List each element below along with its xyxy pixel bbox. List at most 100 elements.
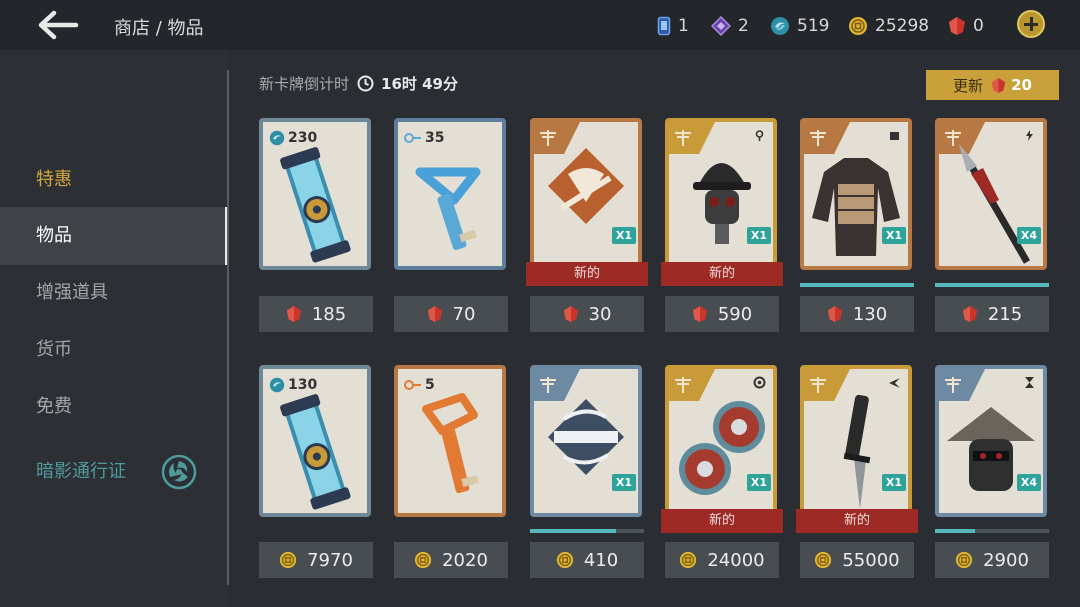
sidebar-item-boosts[interactable]: 增强道具 xyxy=(0,264,228,322)
timer-minutes: 49分 xyxy=(422,75,458,93)
buy-button[interactable]: 185 xyxy=(259,296,373,332)
refresh-button[interactable]: 更新 20 xyxy=(926,70,1059,100)
card-currency: 1 xyxy=(657,15,689,37)
helmet-art-icon xyxy=(693,163,751,244)
price-value: 590 xyxy=(717,303,753,325)
buy-button[interactable]: 2900 xyxy=(935,542,1049,578)
gold-coin-icon xyxy=(955,551,973,569)
sidebar-item-label: 物品 xyxy=(36,225,72,246)
price-value: 130 xyxy=(852,303,888,325)
buy-button[interactable]: 70 xyxy=(394,296,508,332)
price-value: 70 xyxy=(452,303,476,325)
gold-coin-icon xyxy=(414,551,432,569)
price-value: 30 xyxy=(588,303,612,325)
buy-button[interactable]: 7970 xyxy=(259,542,373,578)
buy-button[interactable]: 30 xyxy=(530,296,644,332)
item-amount-value: 35 xyxy=(425,130,445,146)
item-amount: 35 xyxy=(404,130,444,146)
orb-currency: 519 xyxy=(770,15,829,37)
sidebar-item-label: 暗影通行证 xyxy=(36,461,126,482)
item-quantity: X1 xyxy=(746,474,771,491)
red-gem-icon xyxy=(427,306,442,322)
key-icon xyxy=(404,380,421,390)
gold-coin-icon xyxy=(849,17,867,35)
knife-art-icon xyxy=(843,394,871,509)
item-quantity: X4 xyxy=(1016,227,1041,244)
item-quantity: X1 xyxy=(881,474,906,491)
buy-button[interactable]: 24000 xyxy=(665,542,779,578)
item-card-combat-knife[interactable]: X1 xyxy=(800,365,912,517)
swirl-emblem-icon xyxy=(161,454,197,490)
new-cards-timer: 新卡牌倒计时 16时 49分 xyxy=(259,73,458,94)
buy-button[interactable]: 2020 xyxy=(394,542,508,578)
back-arrow-icon[interactable] xyxy=(34,8,80,42)
sidebar-item-deals[interactable]: 特惠 xyxy=(0,151,228,209)
item-card-ninja-emblem[interactable]: X1 xyxy=(530,365,642,517)
gold-coin-icon xyxy=(279,551,297,569)
item-amount: 5 xyxy=(404,377,435,393)
coin-count: 25298 xyxy=(875,16,930,36)
price-value: 55000 xyxy=(842,549,900,571)
teal-orb-icon xyxy=(269,377,285,393)
item-card-spear-weapon[interactable]: X4 xyxy=(935,118,1047,270)
item-amount: 230 xyxy=(269,130,317,146)
card-count: 1 xyxy=(678,16,689,36)
sidebar-item-free[interactable]: 免费 xyxy=(0,378,228,436)
item-amount: 130 xyxy=(269,377,317,393)
item-card-orange-key[interactable]: 5 xyxy=(394,365,506,517)
buy-button[interactable]: 130 xyxy=(800,296,914,332)
sidebar-item-label: 特惠 xyxy=(36,169,72,190)
item-card-orb-capsule[interactable]: 230 xyxy=(259,118,371,270)
new-tag: 新的 xyxy=(526,262,648,286)
sidebar: 特惠 物品 增强道具 货币 免费 暗影通行证 xyxy=(0,50,228,607)
refresh-label: 更新 xyxy=(953,76,984,95)
buy-button[interactable]: 55000 xyxy=(800,542,914,578)
item-quantity: X1 xyxy=(611,227,636,244)
coin-currency: 25298 xyxy=(848,15,929,37)
teal-orb-icon xyxy=(269,130,285,146)
item-card-samurai-armor[interactable]: X1 xyxy=(800,118,912,270)
sidebar-divider xyxy=(227,70,229,585)
new-tag: 新的 xyxy=(661,262,783,286)
item-amount-value: 130 xyxy=(288,377,318,393)
item-quantity: X1 xyxy=(611,474,636,491)
item-amount-value: 5 xyxy=(425,377,435,393)
item-card-shuriken-pair[interactable]: X1 xyxy=(665,365,777,517)
price-value: 24000 xyxy=(707,549,765,571)
item-card-orb-capsule[interactable]: 130 xyxy=(259,365,371,517)
teal-orb-icon xyxy=(771,17,789,35)
item-card-shield-emblem[interactable]: X1 xyxy=(530,118,642,270)
progress-fill xyxy=(800,283,914,287)
red-gem-icon xyxy=(563,306,578,322)
price-value: 215 xyxy=(987,303,1023,325)
price-value: 2020 xyxy=(442,549,488,571)
gold-coin-icon xyxy=(556,551,573,569)
gold-coin-icon xyxy=(680,551,697,569)
price-value: 185 xyxy=(311,303,347,325)
buy-button[interactable]: 590 xyxy=(665,296,779,332)
add-currency-button[interactable] xyxy=(1017,10,1045,38)
progress-fill xyxy=(530,529,616,533)
item-quantity: X1 xyxy=(746,227,771,244)
red-gem-icon xyxy=(991,77,1006,93)
progress-bar xyxy=(800,283,914,287)
progress-bar xyxy=(935,529,1049,533)
item-amount-value: 230 xyxy=(288,130,318,146)
purple-diamond-icon xyxy=(711,16,731,36)
breadcrumb: 商店 / 物品 xyxy=(114,18,204,39)
sidebar-item-label: 货币 xyxy=(36,339,72,360)
sidebar-item-items[interactable]: 物品 xyxy=(0,207,228,265)
buy-button[interactable]: 410 xyxy=(530,542,644,578)
red-gem-icon xyxy=(962,306,977,322)
sidebar-item-shadow-pass[interactable]: 暗影通行证 xyxy=(0,443,228,501)
item-card-straw-hat-helmet[interactable]: X4 xyxy=(935,365,1047,517)
timer-hours: 16时 xyxy=(381,75,417,93)
item-quantity: X1 xyxy=(881,227,906,244)
sidebar-item-currency[interactable]: 货币 xyxy=(0,321,228,379)
key-icon xyxy=(404,133,421,143)
buy-button[interactable]: 215 xyxy=(935,296,1049,332)
item-card-blue-key[interactable]: 35 xyxy=(394,118,506,270)
orb-count: 519 xyxy=(797,16,830,36)
spear-art-icon xyxy=(959,144,1031,264)
item-card-spiked-helmet[interactable]: X1 xyxy=(665,118,777,270)
